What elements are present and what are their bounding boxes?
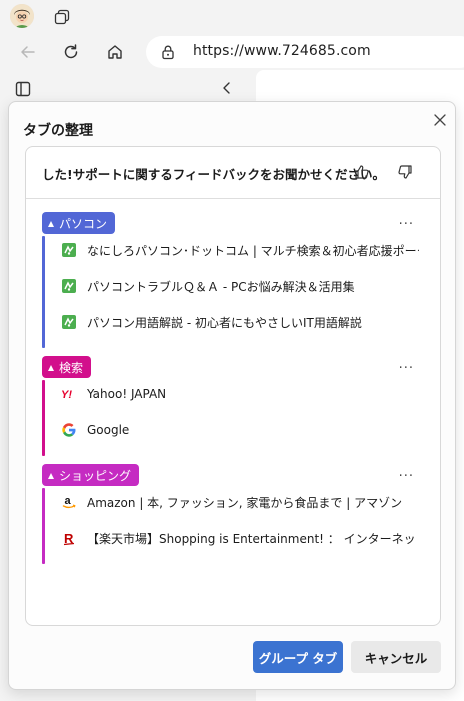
svg-text:a: a <box>65 495 72 507</box>
more-options-icon[interactable]: ... <box>399 465 414 480</box>
tab-organize-dialog: タブの整理 した!サポートに関するフィードバックをお聞かせください。 パソコン … <box>8 101 456 690</box>
list-item[interactable]: Y! Yahoo! JAPAN <box>61 383 421 405</box>
group-tabs-button[interactable]: グループ タブ <box>253 641 343 673</box>
title-bar <box>0 0 464 34</box>
url-text[interactable]: https://www.724685.com <box>193 43 371 59</box>
more-options-icon[interactable]: ... <box>399 213 414 228</box>
group-chip-search[interactable]: 検索 <box>42 356 92 378</box>
list-item[interactable]: パソコントラブルＱ＆Ａ - PCお悩み解決＆活用集 <box>61 275 421 297</box>
refresh-icon[interactable] <box>57 38 85 66</box>
tab-actions-icon[interactable] <box>52 7 72 27</box>
lock-icon[interactable] <box>160 44 176 60</box>
tab-title: Google <box>87 423 130 437</box>
caret-icon <box>48 220 54 227</box>
group-line <box>42 236 45 348</box>
sidepanel-icon[interactable] <box>14 80 32 98</box>
svg-text:Y!: Y! <box>61 389 72 401</box>
dialog-title: タブの整理 <box>23 123 93 139</box>
green-site-icon <box>61 242 77 258</box>
tab-title: Amazon | 本, ファッション, 家電から食品まで | アマゾン <box>87 495 403 510</box>
green-site-icon <box>61 278 77 294</box>
group-name: ショッピング <box>59 468 132 483</box>
tab-group-shopping: ショッピング ... a Amazon | 本, ファッション, 家電から食品ま… <box>42 464 426 564</box>
list-item[interactable]: なにしろパソコン･ドットコム | マルチ検索＆初心者応援ポータルサイト <box>61 239 421 261</box>
tab-title: なにしろパソコン･ドットコム | マルチ検索＆初心者応援ポータルサイト <box>87 243 419 258</box>
cancel-button[interactable]: キャンセル <box>351 641 441 673</box>
google-icon <box>61 422 77 438</box>
back-icon[interactable] <box>14 38 42 66</box>
group-chip-pc[interactable]: パソコン <box>42 212 116 234</box>
more-options-icon[interactable]: ... <box>399 357 414 372</box>
list-item[interactable]: パソコン用語解説 - 初心者にもやさしいIT用語解説 <box>61 311 421 333</box>
amazon-icon: a <box>61 494 77 510</box>
list-item[interactable]: R 【楽天市場】Shopping is Entertainment! ： インタ… <box>61 527 421 549</box>
chevron-left-icon[interactable] <box>219 80 235 96</box>
feedback-text: した!サポートに関するフィードバックをお聞かせください。 <box>42 167 385 182</box>
suggestion-panel: した!サポートに関するフィードバックをお聞かせください。 パソコン ... なに… <box>25 146 441 626</box>
group-line <box>42 488 45 564</box>
caret-icon <box>48 364 54 371</box>
tab-group-pc: パソコン ... なにしろパソコン･ドットコム | マルチ検索＆初心者応援ポータ… <box>42 212 426 348</box>
avatar[interactable] <box>10 4 34 28</box>
green-site-icon <box>61 314 77 330</box>
thumbs-down-icon[interactable] <box>396 163 414 181</box>
group-name: 検索 <box>59 360 84 375</box>
group-name: パソコン <box>59 216 108 231</box>
tab-title: Yahoo! JAPAN <box>87 387 167 401</box>
list-item[interactable]: Google <box>61 419 421 441</box>
feedback-row: した!サポートに関するフィードバックをお聞かせください。 <box>26 147 440 199</box>
address-bar[interactable]: https://www.724685.com <box>146 36 464 68</box>
caret-icon <box>48 472 54 479</box>
group-chip-shopping[interactable]: ショッピング <box>42 464 140 486</box>
close-icon[interactable] <box>430 110 450 130</box>
group-line <box>42 380 45 456</box>
home-icon[interactable] <box>101 38 129 66</box>
tab-title: パソコントラブルＱ＆Ａ - PCお悩み解決＆活用集 <box>87 279 355 294</box>
tab-group-search: 検索 ... Y! Yahoo! JAPAN Google <box>42 356 426 456</box>
thumbs-up-icon[interactable] <box>353 163 371 181</box>
navigation-toolbar: https://www.724685.com <box>0 34 464 70</box>
yahoo-icon: Y! <box>61 386 77 402</box>
tab-title: パソコン用語解説 - 初心者にもやさしいIT用語解説 <box>87 315 362 330</box>
list-item[interactable]: a Amazon | 本, ファッション, 家電から食品まで | アマゾン <box>61 491 421 513</box>
tab-title: 【楽天市場】Shopping is Entertainment! ： インターネ… <box>87 531 419 546</box>
rakuten-icon: R <box>61 530 77 546</box>
